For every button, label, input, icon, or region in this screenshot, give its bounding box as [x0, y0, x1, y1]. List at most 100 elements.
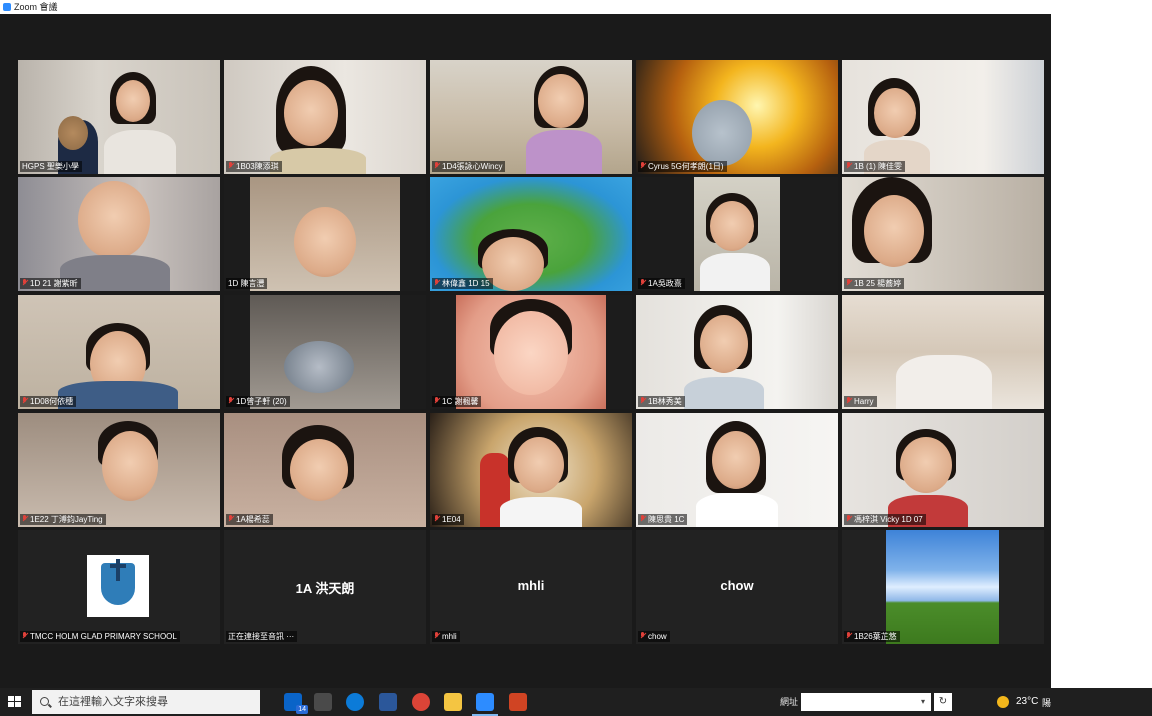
participant-tile[interactable]: 1D4張詠心Wincy: [430, 60, 632, 174]
muted-mic-icon: [22, 279, 28, 287]
mail-app-icon[interactable]: 14: [284, 693, 308, 714]
participant-tile[interactable]: 1D 陳言灃: [224, 177, 426, 291]
participant-name: 1D4張詠心Wincy: [432, 161, 506, 172]
participant-name: 1A吳政熹: [638, 278, 685, 289]
muted-mic-icon: [434, 162, 440, 170]
participant-tile[interactable]: 林偉鑫 1D 15: [430, 177, 632, 291]
participant-tile[interactable]: 陳思貴 1C: [636, 413, 838, 527]
participant-name: Cyrus 5G何孝朗(1日): [638, 161, 727, 172]
muted-mic-icon: [640, 162, 646, 170]
participant-name: 1B (1) 陳佳雯: [844, 161, 906, 172]
participant-tile[interactable]: 1B03陳添琪: [224, 60, 426, 174]
powerpoint-app-icon[interactable]: [509, 693, 527, 711]
participant-tile[interactable]: 1B 25 楊蕎婷: [842, 177, 1044, 291]
participant-name: 林偉鑫 1D 15: [432, 278, 493, 289]
muted-mic-icon: [434, 515, 440, 523]
muted-mic-icon: [22, 515, 28, 523]
address-bar-input[interactable]: ▾: [801, 693, 931, 711]
muted-mic-icon: [846, 397, 852, 405]
zoom-logo-icon: [3, 3, 11, 11]
zoom-app-icon[interactable]: [472, 693, 498, 716]
window-title: Zoom 會議: [14, 2, 58, 12]
participant-name: 馮梓淇 Vicky 1D 07: [844, 514, 926, 525]
participant-tile[interactable]: 1C 謝楓馨: [430, 295, 632, 409]
participant-name: 1B林秀美: [638, 396, 685, 407]
participant-tile[interactable]: HGPS 聖樂小學: [18, 60, 220, 174]
participant-name: HGPS 聖樂小學: [20, 161, 82, 172]
participant-tile[interactable]: 1D08何依穗: [18, 295, 220, 409]
participant-name: 1B26葉芷悠: [844, 631, 900, 642]
taskbar-search-box[interactable]: 在這裡輸入文字來搜尋: [32, 690, 260, 714]
participant-display-name: 1A 洪天朗: [295, 581, 355, 596]
word-app-icon[interactable]: [379, 693, 397, 711]
edge-browser-icon[interactable]: [346, 693, 364, 711]
muted-mic-icon: [640, 397, 646, 405]
school-crest-logo: [87, 555, 149, 617]
mail-badge: 14: [296, 705, 308, 714]
windows-start-icon[interactable]: [8, 696, 22, 708]
participant-tile[interactable]: 1B (1) 陳佳雯: [842, 60, 1044, 174]
participant-name: 1B03陳添琪: [226, 161, 282, 172]
chrome-browser-icon[interactable]: [412, 693, 430, 711]
windows-taskbar: 在這裡輸入文字來搜尋 14 網址 ▾ ↻ 23°C 陽: [0, 688, 1152, 716]
participant-tile[interactable]: 1A 洪天朗 正在連接至音訊 ···: [224, 530, 426, 644]
participant-tile[interactable]: 1D曾子軒 (20): [224, 295, 426, 409]
participant-name: Harry: [844, 396, 877, 407]
muted-mic-icon: [846, 632, 852, 640]
participant-name: chow: [638, 631, 670, 642]
participant-name: 1A楊希蕊: [226, 514, 273, 525]
window-titlebar: Zoom 會議: [0, 0, 1152, 14]
participant-display-name: chow: [720, 578, 754, 593]
search-icon: [40, 697, 49, 706]
muted-mic-icon: [640, 279, 646, 287]
participant-name: 1E22 丁溥鈞JayTing: [20, 514, 106, 525]
muted-mic-icon: [846, 162, 852, 170]
muted-mic-icon: [846, 515, 852, 523]
participant-tile[interactable]: 1D 21 謝紫昕: [18, 177, 220, 291]
participant-name: 1D曾子軒 (20): [226, 396, 290, 407]
muted-mic-icon: [434, 397, 440, 405]
participant-tile[interactable]: mhli mhli: [430, 530, 632, 644]
file-explorer-icon[interactable]: [444, 693, 462, 711]
muted-mic-icon: [228, 397, 234, 405]
muted-mic-icon: [640, 515, 646, 523]
participant-tile[interactable]: 1E22 丁溥鈞JayTing: [18, 413, 220, 527]
participant-tile[interactable]: 1A吳政熹: [636, 177, 838, 291]
participant-name: TMCC HOLM GLAD PRIMARY SCHOOL: [20, 631, 180, 642]
participant-tile[interactable]: chow chow: [636, 530, 838, 644]
muted-mic-icon: [228, 515, 234, 523]
muted-mic-icon: [228, 162, 234, 170]
participant-name: 1D 陳言灃: [226, 278, 268, 289]
participant-tile[interactable]: TMCC HOLM GLAD PRIMARY SCHOOL: [18, 530, 220, 644]
participant-name: 1E04: [432, 514, 464, 525]
zoom-gallery-view: HGPS 聖樂小學 1B03陳添琪 1D4張詠心Wincy Cyrus 5G何孝…: [0, 14, 1051, 688]
weather-temperature[interactable]: 23°C: [1016, 696, 1038, 707]
participant-name: 1D08何依穗: [20, 396, 77, 407]
landscape-image: [886, 530, 999, 644]
address-bar-label: 網址: [780, 697, 799, 707]
participant-tile[interactable]: 1A楊希蕊: [224, 413, 426, 527]
muted-mic-icon: [22, 632, 28, 640]
chevron-down-icon[interactable]: ▾: [921, 697, 925, 706]
refresh-icon[interactable]: ↻: [934, 693, 952, 711]
participant-tile[interactable]: Cyrus 5G何孝朗(1日): [636, 60, 838, 174]
muted-mic-icon: [434, 279, 440, 287]
participant-tile[interactable]: 1E04: [430, 413, 632, 527]
participant-tile[interactable]: Harry: [842, 295, 1044, 409]
store-app-icon[interactable]: [314, 693, 332, 711]
muted-mic-icon: [846, 279, 852, 287]
participant-name: 1C 謝楓馨: [432, 396, 482, 407]
muted-mic-icon: [640, 632, 646, 640]
muted-mic-icon: [434, 632, 440, 640]
participant-status: 正在連接至音訊 ···: [226, 631, 298, 642]
search-placeholder: 在這裡輸入文字來搜尋: [58, 696, 168, 708]
participant-name: 陳思貴 1C: [638, 514, 688, 525]
weather-sun-icon[interactable]: [997, 696, 1009, 708]
participant-name: 1B 25 楊蕎婷: [844, 278, 905, 289]
participant-tile[interactable]: 1B林秀美: [636, 295, 838, 409]
participant-tile[interactable]: 1B26葉芷悠: [842, 530, 1044, 644]
participant-tile[interactable]: 馮梓淇 Vicky 1D 07: [842, 413, 1044, 527]
participant-display-name: mhli: [517, 578, 545, 593]
weather-condition-text: 陽: [1042, 698, 1052, 708]
participant-name: 1D 21 謝紫昕: [20, 278, 81, 289]
